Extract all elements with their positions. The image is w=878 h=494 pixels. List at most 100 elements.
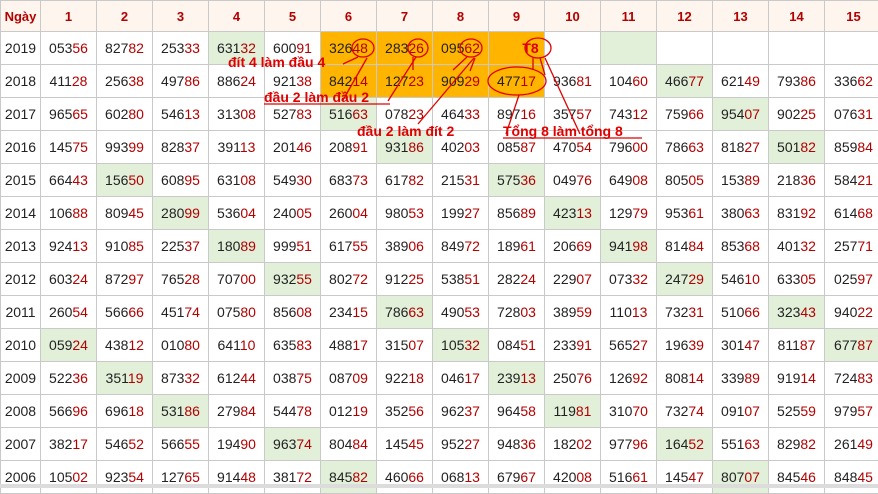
result-tail: 36 bbox=[520, 172, 536, 188]
result-cell: 84546 bbox=[769, 461, 825, 494]
result-tail: 07 bbox=[744, 403, 760, 419]
year-label: 2014 bbox=[1, 197, 41, 230]
result-prefix: 310 bbox=[609, 403, 632, 419]
header-day-12: 12 bbox=[657, 1, 713, 32]
result-tail: 18 bbox=[128, 403, 144, 419]
result-cell: 54610 bbox=[713, 263, 769, 296]
result-tail: 07 bbox=[744, 469, 760, 485]
result-cell: 26054 bbox=[41, 296, 97, 329]
result-prefix: 965 bbox=[49, 106, 72, 122]
result-cell: 31070 bbox=[601, 395, 657, 428]
result-cell: 95407 bbox=[713, 98, 769, 131]
result-prefix: 129 bbox=[609, 205, 632, 221]
result-prefix: 010 bbox=[161, 337, 184, 353]
result-cell: 16452 bbox=[657, 428, 713, 461]
result-cell: 12692 bbox=[601, 362, 657, 395]
result-tail: 13 bbox=[72, 238, 88, 254]
result-prefix: 104 bbox=[609, 73, 632, 89]
result-prefix: 084 bbox=[497, 337, 520, 353]
result-prefix: 912 bbox=[385, 271, 408, 287]
result-tail: 19 bbox=[352, 403, 368, 419]
result-tail: 24 bbox=[520, 271, 536, 287]
result-prefix: 853 bbox=[721, 238, 744, 254]
result-prefix: 922 bbox=[385, 370, 408, 386]
result-tail: 05 bbox=[296, 205, 312, 221]
result-tail: 80 bbox=[240, 304, 256, 320]
result-cell: 51066 bbox=[713, 296, 769, 329]
header-day-1: 1 bbox=[41, 1, 97, 32]
header-day-3: 3 bbox=[153, 1, 209, 32]
result-tail: 13 bbox=[520, 370, 536, 386]
result-cell: 09562 bbox=[433, 32, 489, 65]
result-prefix: 856 bbox=[497, 205, 520, 221]
result-tail: 91 bbox=[576, 337, 592, 353]
result-prefix: 793 bbox=[777, 73, 800, 89]
result-tail: 62 bbox=[857, 73, 873, 89]
result-cell: 38217 bbox=[41, 428, 97, 461]
result-prefix: 963 bbox=[273, 436, 296, 452]
horizontal-scrollbar[interactable] bbox=[0, 484, 878, 488]
result-cell: 14545 bbox=[377, 428, 433, 461]
result-prefix: 633 bbox=[777, 271, 800, 287]
result-cell: 33989 bbox=[713, 362, 769, 395]
result-prefix: 679 bbox=[497, 469, 520, 485]
result-prefix: 199 bbox=[441, 205, 464, 221]
result-tail: 48 bbox=[352, 40, 368, 56]
result-tail: 83 bbox=[296, 106, 312, 122]
result-cell: 11981 bbox=[545, 395, 601, 428]
result-cell: 19927 bbox=[433, 197, 489, 230]
result-cell: 61782 bbox=[377, 164, 433, 197]
result-cell: 04976 bbox=[545, 164, 601, 197]
result-cell: 25771 bbox=[825, 230, 878, 263]
result-tail: 79 bbox=[632, 205, 648, 221]
result-prefix: 538 bbox=[441, 271, 464, 287]
result-tail: 17 bbox=[464, 370, 480, 386]
result-tail: 52 bbox=[128, 436, 144, 452]
result-prefix: 962 bbox=[441, 403, 464, 419]
result-prefix: 194 bbox=[217, 436, 240, 452]
result-cell: 82982 bbox=[769, 428, 825, 461]
result-cell: 43812 bbox=[97, 329, 153, 362]
result-cell: 66443 bbox=[41, 164, 97, 197]
result-prefix: 127 bbox=[385, 73, 408, 89]
result-prefix: 516 bbox=[329, 106, 352, 122]
result-cell: 85689 bbox=[489, 197, 545, 230]
result-cell: 40132 bbox=[769, 230, 825, 263]
result-tail: 27 bbox=[464, 436, 480, 452]
result-prefix: 411 bbox=[50, 73, 72, 89]
result-prefix: 551 bbox=[721, 436, 744, 452]
result-cell: 07631 bbox=[825, 98, 878, 131]
result-prefix: 420 bbox=[553, 469, 576, 485]
result-prefix: 380 bbox=[721, 205, 744, 221]
result-prefix: 732 bbox=[665, 304, 688, 320]
header-day-2: 2 bbox=[97, 1, 153, 32]
result-prefix: 827 bbox=[105, 40, 128, 56]
result-tail: 63 bbox=[744, 205, 760, 221]
result-tail: 76 bbox=[576, 370, 592, 386]
result-cell bbox=[825, 32, 878, 65]
result-cell: 99399 bbox=[97, 131, 153, 164]
result-tail: 36 bbox=[800, 172, 816, 188]
result-tail: 38 bbox=[128, 73, 144, 89]
result-tail: 33 bbox=[464, 106, 480, 122]
result-cell: 54652 bbox=[97, 428, 153, 461]
result-tail: 43 bbox=[800, 304, 816, 320]
header-day-15: 15 bbox=[825, 1, 878, 32]
result-cell: 18961 bbox=[489, 230, 545, 263]
result-prefix: 602 bbox=[105, 106, 128, 122]
result-tail: 33 bbox=[184, 40, 200, 56]
result-prefix: 206 bbox=[553, 238, 576, 254]
result-tail: 28 bbox=[72, 73, 88, 89]
result-prefix: 848 bbox=[834, 469, 857, 485]
result-prefix: 451 bbox=[161, 304, 184, 320]
result-cell: 80484 bbox=[321, 428, 377, 461]
result-tail: 29 bbox=[464, 73, 480, 89]
result-cell: 61244 bbox=[209, 362, 265, 395]
result-prefix: 617 bbox=[385, 172, 408, 188]
result-tail: 58 bbox=[520, 403, 536, 419]
result-prefix: 464 bbox=[441, 106, 464, 122]
note-tong8: Tổng 8 làm tổng 8 bbox=[503, 123, 623, 139]
result-cell: 87297 bbox=[97, 263, 153, 296]
result-tail: 87 bbox=[520, 139, 536, 155]
year-row-2014: 2014106888094528099536042400526004980531… bbox=[1, 197, 878, 230]
